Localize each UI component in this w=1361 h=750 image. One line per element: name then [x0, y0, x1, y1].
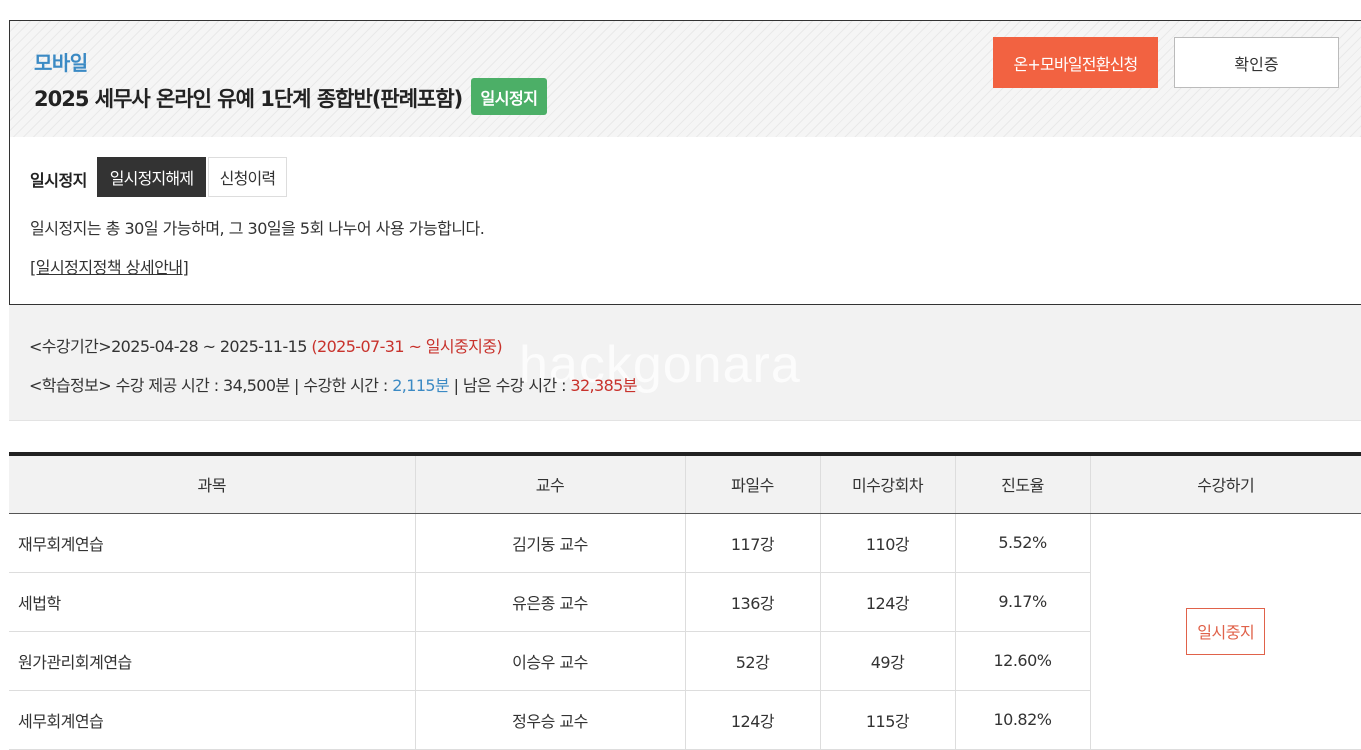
subject-cell: 세법학 [9, 572, 416, 632]
period-label: <수강기간> [29, 337, 112, 356]
action-cell: 일시중지 [1090, 513, 1361, 750]
remaining-cell: 49강 [820, 631, 956, 691]
remaining-time-value: 32,385분 [570, 376, 637, 395]
course-title: 2025 세무사 온라인 유예 1단계 종합반(판례포함) [34, 87, 463, 111]
course-header: 모바일 2025 세무사 온라인 유예 1단계 종합반(판례포함) 일시정지 온… [9, 20, 1361, 138]
certificate-button[interactable]: 확인증 [1174, 37, 1339, 88]
study-label: <학습정보> [29, 376, 112, 395]
files-cell: 52강 [685, 631, 821, 691]
professor-cell: 정우승 교수 [415, 690, 686, 750]
study-time-info: <학습정보> 수강 제공 시간 : 34,500분 | 수강한 시간 : 2,1… [29, 372, 637, 396]
course-type-label: 모바일 [34, 51, 88, 75]
header-action: 수강하기 [1090, 454, 1361, 514]
header-subject: 과목 [9, 454, 416, 514]
study-info: hackgonara <수강기간>2025-04-28 ~ 2025-11-15… [9, 305, 1361, 421]
subject-cell: 재무회계연습 [9, 513, 416, 573]
paused-button[interactable]: 일시중지 [1186, 607, 1266, 655]
remaining-cell: 110강 [820, 513, 956, 573]
header-professor: 교수 [415, 454, 686, 514]
professor-cell: 유은종 교수 [415, 572, 686, 632]
progress-cell: 5.52% [955, 513, 1091, 573]
remaining-cell: 124강 [820, 572, 956, 632]
pause-policy-link[interactable]: [일시정지정책 상세안내] [30, 254, 189, 278]
progress-cell: 12.60% [955, 631, 1091, 691]
tab-pause-release[interactable]: 일시정지해제 [97, 157, 206, 197]
header-progress: 진도율 [955, 454, 1091, 514]
course-table: 과목 교수 파일수 미수강회차 진도율 수강하기 재무회계연습 김기동 교수 1… [9, 452, 1361, 750]
watched-time-label: 수강한 시간 : [303, 376, 393, 395]
progress-cell: 9.17% [955, 572, 1091, 632]
tab-application-history[interactable]: 신청이력 [208, 157, 287, 197]
separator: | [289, 376, 304, 395]
provided-time: 수강 제공 시간 : 34,500분 [115, 376, 291, 395]
pause-section: 일시정지 일시정지해제 신청이력 일시정지는 총 30일 가능하며, 그 30일… [9, 137, 1361, 305]
files-cell: 124강 [685, 690, 821, 750]
separator: | [449, 376, 463, 395]
subject-cell: 세무회계연습 [9, 690, 416, 750]
professor-cell: 이승우 교수 [415, 631, 686, 691]
remaining-cell: 115강 [820, 690, 956, 750]
subject-cell: 원가관리회계연습 [9, 631, 416, 691]
study-period: <수강기간>2025-04-28 ~ 2025-11-15 (2025-07-3… [29, 333, 503, 357]
remaining-time-label: 남은 수강 시간 : [462, 376, 571, 395]
table-header-row: 과목 교수 파일수 미수강회차 진도율 수강하기 [9, 454, 1361, 514]
pause-label: 일시정지 [30, 171, 87, 190]
pause-description: 일시정지는 총 30일 가능하며, 그 30일을 5회 나누어 사용 가능합니다… [30, 219, 485, 238]
professor-cell: 김기동 교수 [415, 513, 686, 573]
period-range: 2025-04-28 ~ 2025-11-15 [111, 337, 307, 356]
table-row: 재무회계연습 김기동 교수 117강 110강 5.52% 일시중지 [9, 513, 1361, 750]
files-cell: 136강 [685, 572, 821, 632]
period-paused: (2025-07-31 ~ 일시중지중) [311, 337, 502, 356]
header-files: 파일수 [685, 454, 821, 514]
header-remaining: 미수강회차 [820, 454, 956, 514]
status-badge: 일시정지 [471, 78, 547, 115]
progress-cell: 10.82% [955, 690, 1091, 750]
files-cell: 117강 [685, 513, 821, 573]
mobile-convert-button[interactable]: 온+모바일전환신청 [993, 37, 1158, 88]
watched-time-value: 2,115분 [392, 376, 450, 395]
